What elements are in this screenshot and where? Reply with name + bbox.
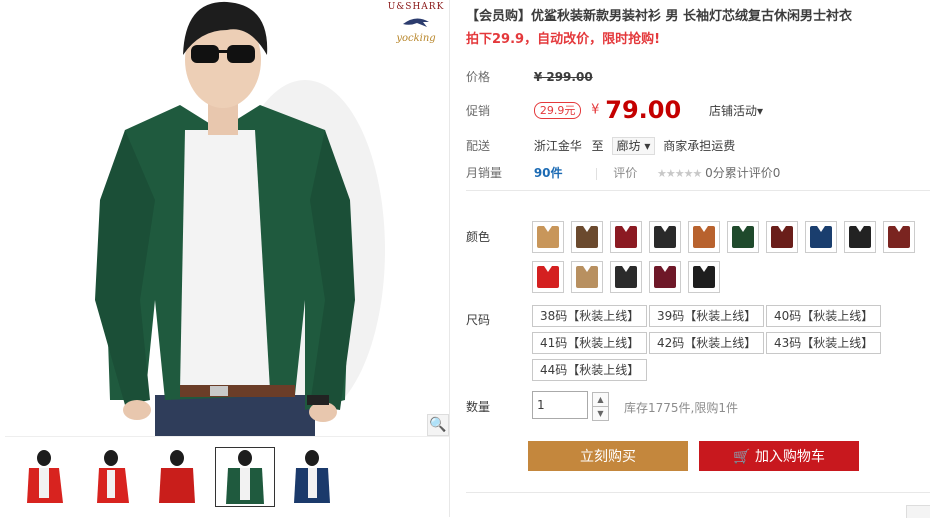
product-gallery: U&SHARK yocking 🔍 <box>0 0 450 517</box>
color-label: 颜色 <box>466 230 491 244</box>
size-option[interactable]: 42码【秋装上线】 <box>649 332 765 354</box>
shirt-icon <box>849 226 871 248</box>
destination-value: 廊坊 <box>616 139 641 153</box>
color-swatch[interactable] <box>610 261 642 293</box>
color-swatch[interactable] <box>727 221 759 253</box>
thumbnail-red-angle[interactable] <box>86 447 146 507</box>
quantity-decrease-button[interactable]: ▼ <box>592 406 609 421</box>
color-swatch[interactable] <box>688 221 720 253</box>
promo-price: 79.00 <box>605 96 682 124</box>
shirt-icon <box>693 266 715 288</box>
brand-logo-top: U&SHARK <box>387 2 445 12</box>
model-illustration <box>95 1 385 436</box>
size-label: 尺码 <box>466 313 491 327</box>
cart-icon: 🛒 <box>733 449 751 465</box>
color-swatch[interactable] <box>766 221 798 253</box>
color-swatch[interactable] <box>883 221 915 253</box>
size-option[interactable]: 44码【秋装上线】 <box>532 359 648 381</box>
shirt-icon <box>576 226 598 248</box>
quantity-input[interactable] <box>532 391 588 419</box>
product-info-panel: 【会员购】优鲨秋装新款男装衬衫 男 长袖灯芯绒复古休闲男士衬衣 拍下29.9，自… <box>466 0 930 517</box>
shirt-icon <box>654 226 676 248</box>
thumbnail-image <box>97 450 129 503</box>
sales-label: 月销量 <box>466 166 503 180</box>
price-label: 价格 <box>466 70 491 84</box>
size-option[interactable]: 43码【秋装上线】 <box>766 332 882 354</box>
color-swatch[interactable] <box>571 221 603 253</box>
shark-icon <box>403 18 429 27</box>
quantity-increase-button[interactable]: ▲ <box>592 392 609 407</box>
thumbnail-navy[interactable] <box>283 447 343 507</box>
shipping-label: 配送 <box>466 139 491 153</box>
color-swatch[interactable] <box>571 261 603 293</box>
shirt-icon <box>615 226 637 248</box>
shirt-icon <box>771 226 793 248</box>
shipping-row: 配送 浙江金华 至 廊坊 ▾ 商家承担运费 <box>466 137 735 155</box>
size-option[interactable]: 38码【秋装上线】 <box>532 305 648 327</box>
product-title: 【会员购】优鲨秋装新款男装衬衫 男 长袖灯芯绒复古休闲男士衬衣 <box>466 9 853 24</box>
shirt-icon <box>732 226 754 248</box>
shipping-origin: 浙江金华 <box>533 139 582 153</box>
thumbnail-strip <box>0 437 449 517</box>
shipping-fee: 商家承担运费 <box>663 139 736 153</box>
scroll-to-top-button[interactable] <box>906 505 930 518</box>
color-swatch[interactable] <box>649 261 681 293</box>
color-swatch[interactable] <box>532 221 564 253</box>
sales-row: 月销量 90件 评价 ★★★★★ 0分累计评价0 <box>466 164 780 181</box>
store-activity-label: 店铺活动 <box>709 103 758 118</box>
zoom-icon[interactable]: 🔍 <box>427 414 449 436</box>
color-swatch[interactable] <box>532 261 564 293</box>
product-subtitle: 拍下29.9，自动改价，限时抢购! <box>466 32 661 47</box>
color-swatch[interactable] <box>805 221 837 253</box>
star-rating: ★★★★★ <box>657 167 702 180</box>
original-price: ¥ 299.00 <box>533 70 593 84</box>
shirt-icon <box>810 226 832 248</box>
thumbnail-image <box>159 450 195 503</box>
shirt-icon <box>615 266 637 288</box>
monthly-sales: 90件 <box>533 166 563 180</box>
shirt-icon <box>537 226 559 248</box>
buy-now-button[interactable]: 立刻购买 <box>528 441 688 471</box>
shirt-icon <box>693 226 715 248</box>
chevron-down-icon: ▾ <box>757 103 764 118</box>
thumbnail-red-front[interactable] <box>18 447 78 507</box>
promo-label: 促销 <box>466 103 491 118</box>
thumbnail-image <box>294 450 330 503</box>
size-option[interactable]: 40码【秋装上线】 <box>766 305 882 327</box>
currency-symbol: ¥ <box>591 102 600 118</box>
size-option[interactable]: 41码【秋装上线】 <box>532 332 648 354</box>
color-swatch[interactable] <box>688 261 720 293</box>
thumbnail-green-selected[interactable] <box>215 447 275 507</box>
thumbnail-image <box>27 450 63 503</box>
color-swatch[interactable] <box>844 221 876 253</box>
section-divider <box>466 190 930 191</box>
section-divider-bottom <box>466 492 930 493</box>
store-activity-dropdown[interactable]: 店铺活动▾ <box>709 104 763 118</box>
quantity-label: 数量 <box>466 400 491 414</box>
thumbnail-red-back[interactable] <box>150 447 210 507</box>
brand-logo-script: yocking <box>396 33 436 44</box>
rating-label: 评价 <box>613 166 638 180</box>
promo-row: 促销 29.9元 ¥ 79.00 店铺活动▾ <box>466 96 763 124</box>
brand-logo: U&SHARK yocking <box>385 2 447 54</box>
price-row: 价格 ¥ 299.00 <box>466 68 593 85</box>
main-product-image[interactable]: U&SHARK yocking <box>5 0 449 437</box>
color-swatch[interactable] <box>610 221 642 253</box>
shirt-icon <box>654 266 676 288</box>
add-to-cart-button[interactable]: 🛒 加入购物车 <box>699 441 859 471</box>
destination-select[interactable]: 廊坊 ▾ <box>611 137 656 155</box>
promo-tag: 29.9元 <box>533 101 582 119</box>
color-swatch[interactable] <box>649 221 681 253</box>
shirt-icon <box>888 226 910 248</box>
thumbnail-image <box>226 450 264 504</box>
divider <box>596 167 598 180</box>
add-to-cart-label: 加入购物车 <box>754 449 825 465</box>
size-option[interactable]: 39码【秋装上线】 <box>649 305 765 327</box>
review-link[interactable]: 0分累计评价0 <box>705 166 780 180</box>
shirt-icon <box>537 266 559 288</box>
chevron-down-icon: ▾ <box>644 139 651 153</box>
shirt-icon <box>576 266 598 288</box>
stock-info: 库存1775件,限购1件 <box>624 401 738 415</box>
shipping-to: 至 <box>591 139 604 153</box>
